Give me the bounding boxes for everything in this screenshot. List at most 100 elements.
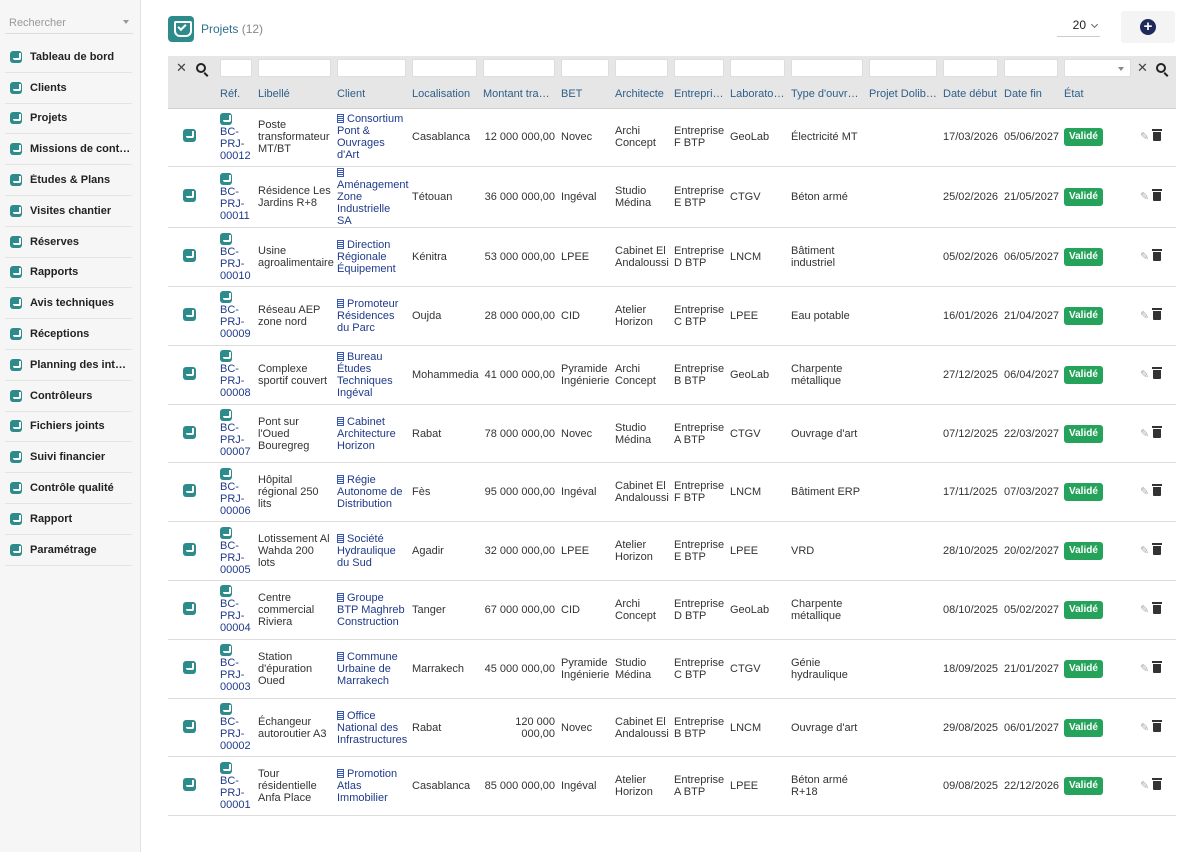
ref-link[interactable]: BC-PRJ-00009 [220,304,252,340]
sidebar-item[interactable]: Rapports [5,258,132,289]
client-link[interactable]: Régie Autonome de Distribution [337,474,402,510]
column-header[interactable]: Entreprise [671,80,727,109]
cell-ref[interactable]: BC-PRJ-00012 [217,108,255,168]
filter-client-input[interactable] [337,59,406,77]
ref-link[interactable]: BC-PRJ-00004 [220,598,252,634]
pencil-icon[interactable]: ✎ [1140,131,1149,143]
table-row[interactable]: BC-PRJ-00006 Hôpital régional 250 lits Rég… [168,462,1176,523]
client-link[interactable]: Commune Urbaine de Marrakech [337,651,398,687]
sidebar-item[interactable]: Études & Plans [5,165,132,196]
clear-filter-icon[interactable]: ✕ [176,60,187,76]
search-input[interactable]: Rechercher [5,12,133,34]
ref-link[interactable]: BC-PRJ-00003 [220,657,252,693]
column-header[interactable]: Réf. [217,80,255,109]
sidebar-item[interactable]: Avis techniques [5,288,132,320]
trash-icon[interactable] [1152,601,1163,614]
row-select[interactable] [168,404,217,464]
cell-client[interactable]: Commune Urbaine de Marrakech [334,639,409,699]
sidebar-item[interactable]: Contrôleurs [5,381,132,412]
filter-montant-input[interactable] [483,59,555,77]
client-link[interactable]: Groupe BTP Maghreb Construction [337,592,405,628]
cell-ref[interactable]: BC-PRJ-00004 [217,580,255,640]
trash-icon[interactable] [1152,543,1163,556]
row-select[interactable] [168,521,217,582]
row-select[interactable] [168,166,217,229]
row-select[interactable] [168,108,217,168]
filter-laboratoire-input[interactable] [730,59,785,77]
row-select[interactable] [168,698,217,758]
cell-ref[interactable]: BC-PRJ-00009 [217,286,255,346]
cell-ref[interactable]: BC-PRJ-00006 [217,462,255,523]
per-page-select[interactable]: 20 [1057,18,1100,37]
row-select[interactable] [168,286,217,346]
clear-filter-icon[interactable]: ✕ [1137,60,1148,76]
table-row[interactable]: BC-PRJ-00003 Station d'épuration Oued Comm… [168,639,1176,699]
cell-ref[interactable]: BC-PRJ-00001 [217,756,255,817]
filter-architecte-input[interactable] [615,59,668,77]
row-select[interactable] [168,462,217,523]
column-header[interactable]: Architecte [612,80,671,109]
filter-entreprise-input[interactable] [674,59,724,77]
search-icon[interactable] [1155,63,1166,73]
table-row[interactable]: BC-PRJ-00001 Tour résidentielle Anfa Plac… [168,756,1176,817]
trash-icon[interactable] [1152,778,1163,791]
client-link[interactable]: Promoteur Résidences du Parc [337,298,398,334]
cell-ref[interactable]: BC-PRJ-00002 [217,698,255,758]
table-row[interactable]: BC-PRJ-00008 Complexe sportif couvert Bure… [168,345,1176,405]
ref-link[interactable]: BC-PRJ-00011 [220,186,252,222]
column-header[interactable]: Projet Dolibarr [866,80,940,109]
row-select[interactable] [168,227,217,288]
sidebar-item[interactable]: Paramétrage [5,535,132,566]
filter-date-fin-input[interactable] [1004,59,1058,77]
client-link[interactable]: Promotion Atlas Immobilier [337,768,397,804]
ref-link[interactable]: BC-PRJ-00006 [220,481,252,517]
trash-icon[interactable] [1152,307,1163,320]
pencil-icon[interactable]: ✎ [1140,486,1149,498]
cell-ref[interactable]: BC-PRJ-00011 [217,166,255,229]
sidebar-item[interactable]: Visites chantier [5,196,132,227]
pencil-icon[interactable]: ✎ [1140,722,1149,734]
cell-client[interactable]: Promoteur Résidences du Parc [334,286,409,346]
table-row[interactable]: BC-PRJ-00004 Centre commercial Riviera Gro… [168,580,1176,640]
filter-date-debut-input[interactable] [943,59,998,77]
client-link[interactable]: Société Hydraulique du Sud [337,533,396,569]
row-select[interactable] [168,756,217,817]
trash-icon[interactable] [1152,249,1163,262]
table-row[interactable]: BC-PRJ-00011 Résidence Les Jardins R+8 Amé… [168,166,1176,229]
cell-client[interactable]: Aménagement Zone Industrielle SA [334,166,409,229]
pencil-icon[interactable]: ✎ [1140,780,1149,792]
table-row[interactable]: BC-PRJ-00012 Poste transformateur MT/BT Co… [168,108,1176,168]
filter-dolibarr-input[interactable] [869,59,937,77]
trash-icon[interactable] [1152,366,1163,379]
cell-client[interactable]: Société Hydraulique du Sud [334,521,409,582]
filter-ref-input[interactable] [220,59,252,77]
filter-localisation-input[interactable] [412,59,477,77]
trash-icon[interactable] [1152,129,1163,142]
add-project-button[interactable]: + [1121,11,1175,43]
pencil-icon[interactable]: ✎ [1140,604,1149,616]
column-header[interactable]: État [1061,80,1134,109]
cell-ref[interactable]: BC-PRJ-00008 [217,345,255,405]
ref-link[interactable]: BC-PRJ-00007 [220,422,252,458]
table-row[interactable]: BC-PRJ-00010 Usine agroalimentaire Directi… [168,227,1176,288]
pencil-icon[interactable]: ✎ [1140,251,1149,263]
sidebar-item[interactable]: Réserves [5,227,132,258]
trash-icon[interactable] [1152,660,1163,673]
sidebar-item[interactable]: Planning des interv… [5,350,132,381]
pencil-icon[interactable]: ✎ [1140,369,1149,381]
sidebar-item[interactable]: Tableau de bord [5,42,132,73]
sidebar-item[interactable]: Suivi financier [5,442,132,474]
column-header[interactable]: Localisation [409,80,480,109]
search-icon[interactable] [195,63,206,73]
pencil-icon[interactable]: ✎ [1140,191,1149,203]
filter-bet-input[interactable] [561,59,609,77]
ref-link[interactable]: BC-PRJ-00001 [220,775,252,811]
client-link[interactable]: Aménagement Zone Industrielle SA [337,179,409,227]
pencil-icon[interactable]: ✎ [1140,663,1149,675]
filter-type-input[interactable] [791,59,863,77]
column-header[interactable]: Libellé [255,80,334,109]
column-header[interactable]: BET [558,80,612,109]
row-select[interactable] [168,639,217,699]
column-header[interactable]: Client [334,80,409,109]
pencil-icon[interactable]: ✎ [1140,545,1149,557]
